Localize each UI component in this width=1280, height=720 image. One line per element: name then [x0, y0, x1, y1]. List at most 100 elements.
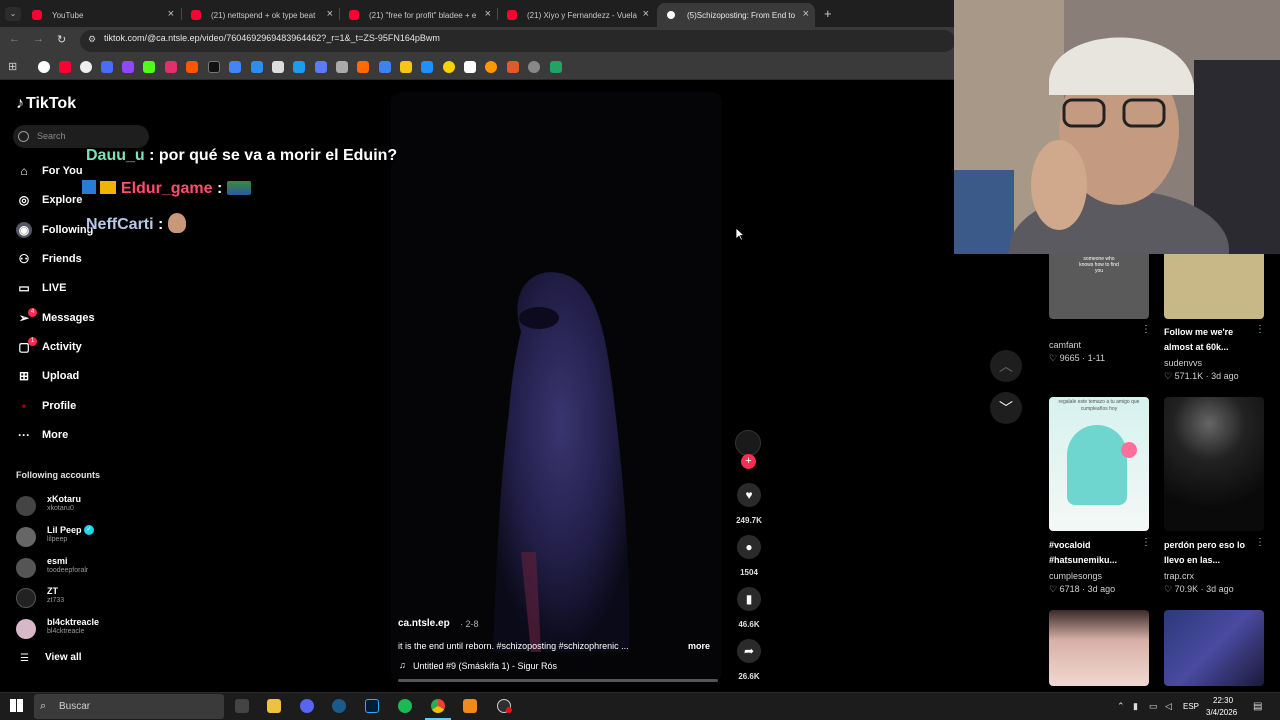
clock-date[interactable]: 3/4/2026: [1206, 708, 1237, 717]
more-options-icon[interactable]: ⋮: [1141, 324, 1151, 335]
tab-tiktok[interactable]: (5)Schizoposting: From End to ×: [657, 3, 815, 27]
site-info-icon[interactable]: ⚙: [88, 34, 96, 45]
steam-icon[interactable]: [332, 699, 346, 713]
chrome-icon[interactable]: [431, 699, 445, 713]
follow-plus-icon[interactable]: +: [741, 454, 756, 469]
close-icon[interactable]: ×: [485, 8, 491, 20]
bookmark-icon[interactable]: [379, 61, 391, 73]
video-music[interactable]: Untitled #9 (Smáskífa 1) - Sigur Rós: [413, 661, 557, 671]
tiktok-logo[interactable]: ♪ TikTok: [16, 95, 76, 113]
tab-nettspend[interactable]: (21) nettspend + ok type beat ×: [181, 3, 339, 27]
bookmark-icon[interactable]: [507, 61, 519, 73]
nav-profile[interactable]: • Profile: [16, 396, 76, 416]
grid-title[interactable]: perdón pero eso lo llevo en las...: [1164, 538, 1256, 568]
share-button[interactable]: ➦: [737, 639, 761, 663]
bookmark-icon[interactable]: [443, 61, 455, 73]
nav-upload[interactable]: ⊞ Upload: [16, 366, 79, 386]
sheets-icon[interactable]: [550, 61, 562, 73]
grid-title[interactable]: #vocaloid #hatsunemiku...: [1049, 538, 1137, 568]
bookmark-icon[interactable]: [315, 61, 327, 73]
forward-icon[interactable]: →: [33, 33, 44, 45]
nav-friends[interactable]: ⚇ Friends: [16, 249, 82, 269]
scroll-down-button[interactable]: ﹀: [990, 392, 1022, 424]
grid-author[interactable]: sudenvvs: [1164, 358, 1202, 368]
bookmark-icon[interactable]: [101, 61, 113, 73]
save-button[interactable]: ▮: [737, 587, 761, 611]
video-author[interactable]: ca.ntsle.ep: [398, 618, 450, 629]
microphone-icon[interactable]: ▮: [1133, 701, 1138, 712]
bookmark-icon[interactable]: [400, 61, 412, 73]
nav-more[interactable]: ··· More: [16, 425, 68, 445]
grid-author[interactable]: cumplesongs: [1049, 571, 1102, 581]
photoshop-icon[interactable]: [365, 699, 379, 713]
close-icon[interactable]: ×: [327, 8, 333, 20]
grid-author[interactable]: camfant: [1049, 340, 1081, 350]
network-icon[interactable]: ▭: [1149, 701, 1158, 712]
nav-activity[interactable]: ▢ Activity: [16, 337, 81, 357]
close-icon[interactable]: ×: [643, 8, 649, 20]
nav-live[interactable]: ▭ LIVE: [16, 278, 66, 298]
app-icon[interactable]: [235, 699, 249, 713]
nav-for-you[interactable]: ⌂ For You: [16, 161, 82, 181]
twitch-icon[interactable]: [122, 61, 134, 73]
discord-icon[interactable]: [300, 699, 314, 713]
chevron-up-icon[interactable]: ⌃: [1117, 701, 1125, 712]
bookmark-icon[interactable]: [251, 61, 263, 73]
tab-xiyo[interactable]: (21) Xiyo y Fernandezz - Vuela ×: [497, 3, 655, 27]
tab-bladee[interactable]: (21) "free for profit" bladee + e ×: [339, 3, 497, 27]
language-indicator[interactable]: ESP: [1183, 702, 1199, 711]
clock-time[interactable]: 22:30: [1213, 696, 1233, 705]
scroll-up-button[interactable]: ︿: [990, 350, 1022, 382]
soundcloud-icon[interactable]: [186, 61, 198, 73]
video-thumbnail[interactable]: [1164, 610, 1264, 686]
tab-search-button[interactable]: ⌄: [5, 7, 21, 21]
bookmark-icon[interactable]: [80, 61, 92, 73]
bookmark-icon[interactable]: [421, 61, 433, 73]
fl-studio-icon[interactable]: [463, 699, 477, 713]
x-icon[interactable]: [208, 61, 220, 73]
video-thumbnail[interactable]: [1164, 397, 1264, 531]
bookmark-icon[interactable]: [336, 61, 348, 73]
nav-explore[interactable]: ◎ Explore: [16, 190, 83, 210]
video-player[interactable]: [391, 92, 722, 682]
view-all-link[interactable]: View all: [45, 652, 82, 663]
grid-author[interactable]: trap.crx: [1164, 571, 1194, 581]
more-options-icon[interactable]: ⋮: [1255, 537, 1265, 548]
bookmark-icon[interactable]: [357, 61, 369, 73]
video-thumbnail[interactable]: regalale este temazo a tu amigo que cump…: [1049, 397, 1149, 531]
bookmark-icon[interactable]: [464, 61, 476, 73]
nav-following[interactable]: ◉ Following: [16, 220, 93, 240]
kick-icon[interactable]: [143, 61, 155, 73]
video-thumbnail[interactable]: someone who knows how to find you: [1049, 254, 1149, 319]
translate-icon[interactable]: [229, 61, 241, 73]
search-input[interactable]: [13, 125, 149, 148]
notification-icon[interactable]: ▤: [1253, 701, 1262, 712]
bookmark-icon[interactable]: [272, 61, 284, 73]
close-icon[interactable]: ×: [168, 8, 174, 20]
more-options-icon[interactable]: ⋮: [1255, 324, 1265, 335]
video-thumbnail[interactable]: [1049, 610, 1149, 686]
bookmark-icon[interactable]: [485, 61, 497, 73]
file-explorer-icon[interactable]: [267, 699, 281, 713]
instagram-icon[interactable]: [165, 61, 177, 73]
close-icon[interactable]: ×: [803, 8, 809, 20]
volume-icon[interactable]: ◁: [1165, 701, 1172, 712]
youtube-bookmark-icon[interactable]: [59, 61, 71, 73]
bookmark-icon[interactable]: [293, 61, 305, 73]
new-tab-button[interactable]: +: [824, 6, 832, 21]
author-avatar[interactable]: [735, 430, 761, 456]
tab-youtube[interactable]: YouTube ×: [22, 3, 180, 27]
comment-button[interactable]: ●: [737, 535, 761, 559]
like-button[interactable]: ♥: [737, 483, 761, 507]
back-icon[interactable]: ←: [9, 33, 20, 45]
grid-title[interactable]: Follow me we're almost at 60k...: [1164, 325, 1254, 355]
video-thumbnail[interactable]: [1164, 254, 1264, 319]
google-icon[interactable]: [38, 61, 50, 73]
spotify-icon[interactable]: [398, 699, 412, 713]
bookmark-icon[interactable]: [528, 61, 540, 73]
url-text[interactable]: tiktok.com/@ca.ntsle.ep/video/7604692969…: [104, 33, 440, 43]
windows-start-icon[interactable]: [10, 699, 23, 712]
reload-icon[interactable]: ↻: [57, 33, 66, 46]
apps-icon[interactable]: ⊞: [8, 60, 17, 73]
more-button[interactable]: more: [688, 641, 710, 651]
